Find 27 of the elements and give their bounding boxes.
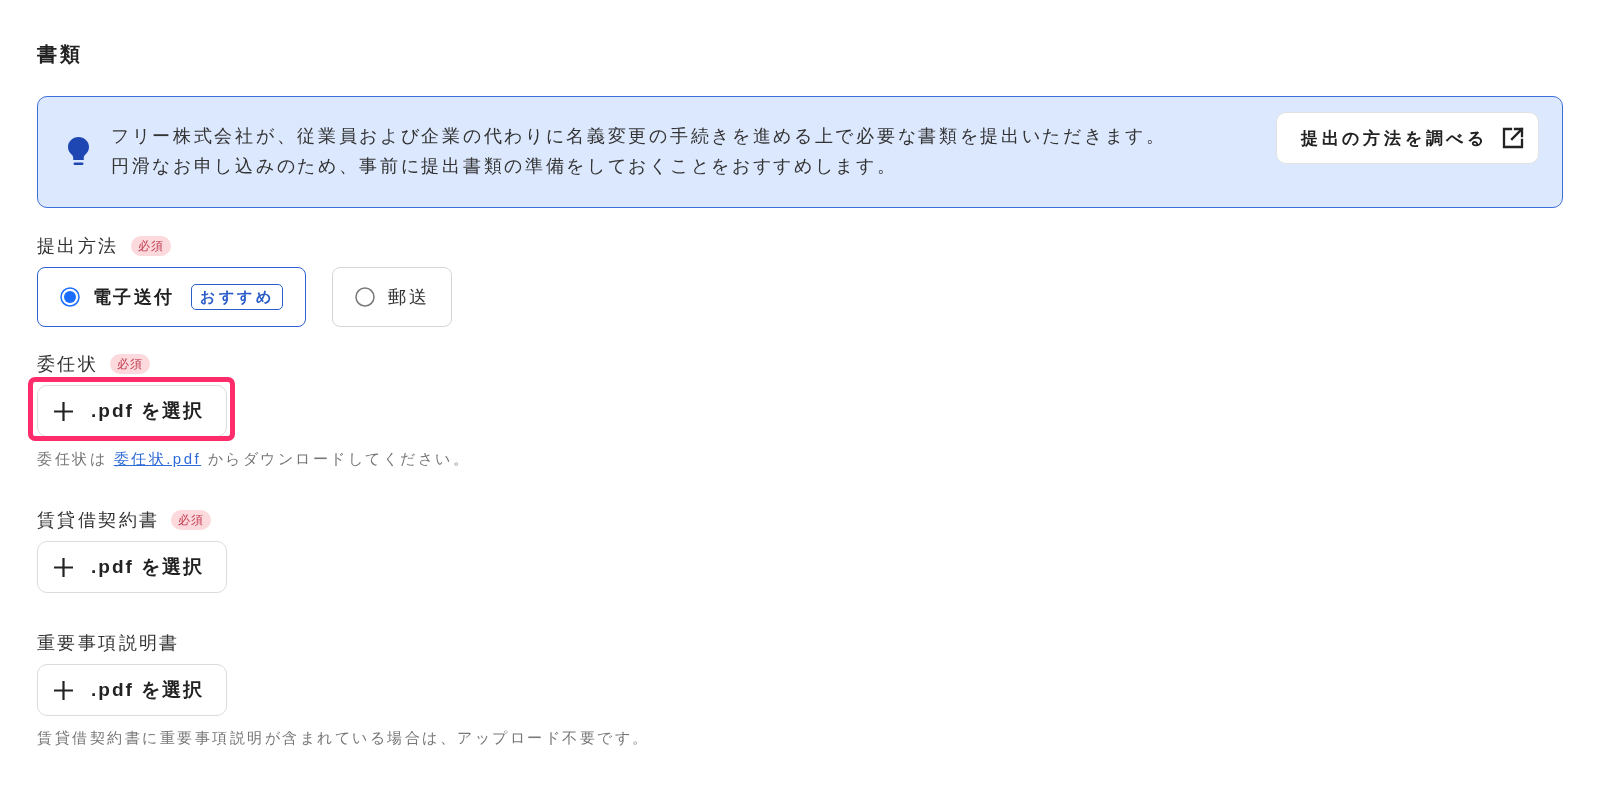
download-link[interactable]: 委任状.pdf <box>113 450 202 467</box>
external-link-icon <box>1502 127 1524 149</box>
select-file-button[interactable]: .pdf を選択 <box>37 664 228 716</box>
plus-icon <box>54 680 73 700</box>
recommended-tag: おすすめ <box>191 284 284 310</box>
lightbulb-icon <box>68 136 89 166</box>
select-file-button[interactable]: .pdf を選択 <box>37 385 228 437</box>
field-label: 賃貸借契約書 <box>37 509 160 532</box>
info-text: フリー株式会社が、従業員および企業の代わりに名義変更の手続きを進める上で必要な書類を提出いただきます。 <box>111 125 1167 148</box>
radio-option[interactable]: 郵送 <box>332 267 452 327</box>
required-tag: 必須 <box>171 510 212 530</box>
radio-icon <box>355 287 376 307</box>
radio-option[interactable]: 電子送付 おすすめ <box>37 267 307 327</box>
field-label: 提出方法 <box>37 235 119 258</box>
section-title: 書類 <box>37 42 84 67</box>
hint-text: 賃貸借契約書に重要事項説明が含まれている場合は、アップロード不要です。 <box>37 728 650 748</box>
info-text: 円滑なお申し込みのため、事前に提出書類の準備をしておくことをおすすめします。 <box>111 155 899 178</box>
plus-icon <box>54 401 73 421</box>
hint-text: 委任状は 委任状.pdf からダウンロードしてください。 <box>37 449 471 469</box>
required-tag: 必須 <box>130 236 171 256</box>
plus-icon <box>54 557 73 577</box>
radio-icon <box>60 287 80 307</box>
required-tag: 必須 <box>110 354 151 374</box>
learn-method-button[interactable]: 提出の方法を調べる <box>1275 112 1539 164</box>
field-label: 委任状 <box>37 353 99 376</box>
field-label: 重要事項説明書 <box>37 632 180 655</box>
select-file-button[interactable]: .pdf を選択 <box>37 541 228 593</box>
